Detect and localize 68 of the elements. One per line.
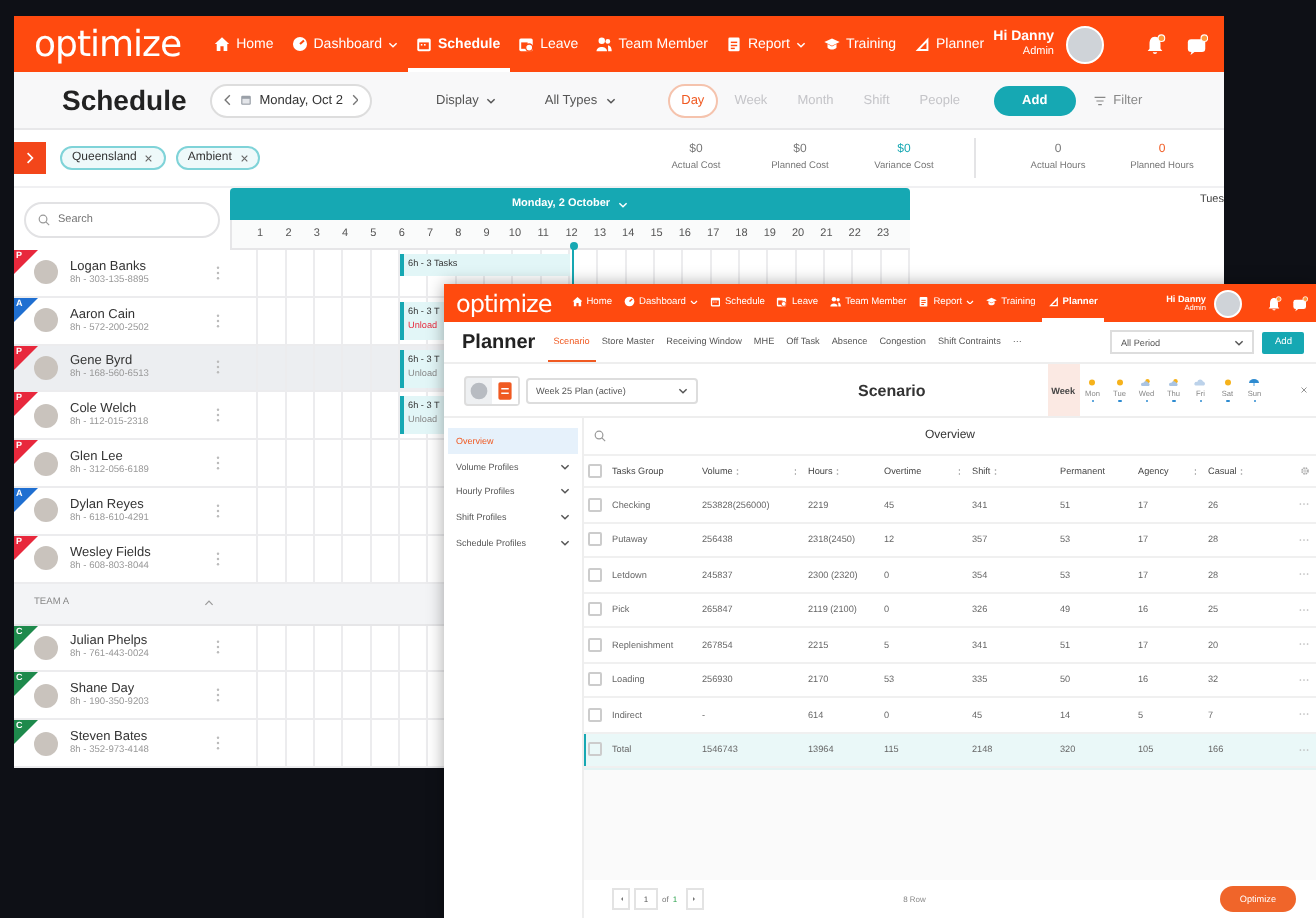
logo: optimize (34, 23, 182, 65)
filter-icon (1093, 95, 1106, 105)
home-icon (214, 36, 231, 52)
settings-icon[interactable] (1300, 466, 1310, 476)
avatar[interactable] (1214, 289, 1242, 317)
avatar (34, 731, 58, 756)
circle-icon[interactable] (466, 377, 492, 403)
document-icon[interactable] (492, 377, 518, 403)
bell-icon[interactable] (1266, 295, 1282, 311)
graduation-cap-icon (986, 296, 998, 308)
page-title: Schedule (62, 84, 187, 116)
search-icon (38, 213, 50, 225)
caret-icon (486, 97, 497, 103)
avatar (34, 683, 58, 708)
chevron-up-icon[interactable] (204, 600, 214, 607)
checkbox[interactable] (588, 742, 602, 757)
checkbox[interactable] (588, 707, 602, 722)
calendar-icon (518, 36, 535, 52)
gauge-icon (291, 36, 308, 52)
chevron-right-icon[interactable] (351, 94, 359, 106)
avatar[interactable] (1066, 25, 1104, 63)
checkbox[interactable] (588, 602, 602, 617)
caret-icon (618, 201, 629, 207)
chevron-left-icon[interactable] (224, 94, 232, 106)
caret-icon (605, 97, 616, 103)
checkbox[interactable] (588, 464, 602, 478)
previous-page-button[interactable] (612, 888, 630, 910)
ruler-icon (913, 36, 930, 52)
home-icon (571, 296, 583, 308)
calendar-icon (416, 36, 432, 52)
calendar-icon (709, 296, 721, 308)
calendar-icon (776, 296, 788, 308)
avatar (34, 403, 58, 428)
people-icon (830, 296, 842, 308)
people-icon (596, 36, 613, 52)
checkbox[interactable] (588, 567, 602, 582)
chat-icon[interactable] (1292, 295, 1308, 311)
page-title: Planner (462, 331, 536, 353)
caret-icon (678, 387, 688, 393)
avatar (34, 355, 58, 380)
next-page-button[interactable] (685, 888, 704, 910)
gauge-icon (624, 296, 635, 308)
calendar-icon (239, 94, 252, 106)
clipboard-icon (918, 296, 930, 308)
logo: optimize (456, 289, 552, 317)
caret-icon (1234, 339, 1245, 345)
avatar (34, 260, 58, 285)
expand-button[interactable] (14, 142, 46, 174)
avatar (34, 451, 58, 476)
avatar (34, 308, 58, 333)
search-icon[interactable] (594, 430, 606, 442)
chevron-right-icon (26, 152, 34, 164)
avatar (34, 498, 58, 523)
close-icon[interactable] (239, 153, 249, 163)
close-icon[interactable] (144, 153, 154, 163)
avatar (34, 635, 58, 660)
bell-icon[interactable] (1144, 33, 1166, 55)
checkbox[interactable] (588, 532, 602, 547)
section-heading: Scenario (858, 381, 926, 399)
avatar (34, 546, 58, 571)
chat-icon[interactable] (1186, 33, 1208, 55)
ruler-icon (1047, 296, 1059, 308)
checkbox[interactable] (588, 497, 602, 512)
checkbox[interactable] (588, 637, 602, 652)
close-icon[interactable] (1300, 386, 1308, 394)
graduation-cap-icon (823, 36, 840, 52)
clipboard-icon (725, 36, 742, 52)
checkbox[interactable] (588, 672, 602, 687)
